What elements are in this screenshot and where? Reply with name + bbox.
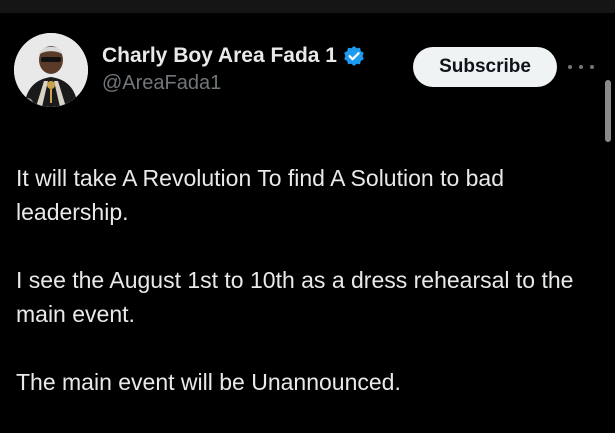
post-container: Charly Boy Area Fada 1 @AreaFada1 Subscr… — [0, 13, 615, 410]
more-dot — [590, 65, 594, 69]
more-options-icon[interactable] — [568, 57, 594, 77]
tweet-text: It will take A Revolution To find A Solu… — [16, 161, 586, 433]
author-block: Charly Boy Area Fada 1 @AreaFada1 — [102, 41, 365, 95]
top-divider — [0, 0, 615, 13]
author-name-row: Charly Boy Area Fada 1 — [102, 41, 365, 71]
more-dot — [568, 65, 572, 69]
author-handle[interactable]: @AreaFada1 — [102, 72, 365, 95]
more-dot — [579, 65, 583, 69]
tweet-paragraph: I see the August 1st to 10th as a dress … — [16, 267, 574, 327]
tweet-paragraph: It will take A Revolution To find A Solu… — [16, 165, 505, 225]
subscribe-button[interactable]: Subscribe — [413, 47, 557, 87]
avatar[interactable] — [14, 33, 88, 107]
tweet-paragraph: The main event will be Unannounced. — [16, 369, 401, 395]
author-display-name[interactable]: Charly Boy Area Fada 1 — [102, 44, 337, 68]
user-avatar-icon — [14, 33, 88, 107]
verified-badge-icon — [343, 45, 365, 67]
scrollbar[interactable] — [605, 80, 611, 142]
